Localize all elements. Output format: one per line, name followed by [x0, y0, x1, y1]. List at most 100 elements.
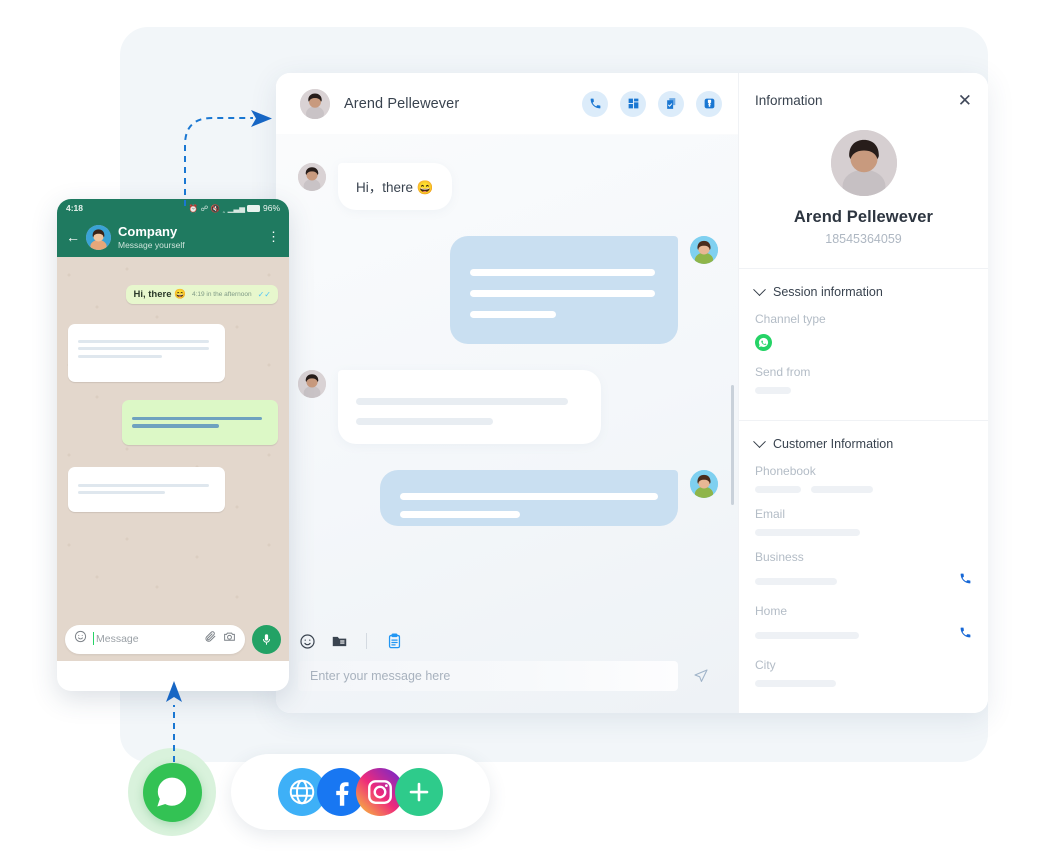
phone-chat-header: ← Company Message yourself ⋮ — [57, 217, 289, 257]
message-bubble-incoming — [338, 370, 601, 444]
value-placeholder-bar — [755, 387, 791, 394]
bluetooth-icon: ☍ — [200, 203, 209, 213]
female-avatar — [690, 236, 718, 264]
field-city: City — [755, 658, 972, 687]
chevron-down-icon — [753, 282, 766, 296]
field-value-row — [755, 572, 972, 590]
folder-icon[interactable] — [330, 632, 348, 650]
phone-status-bar: 4:18 ⏰ ☍ 🔇 ‸ ▁▃▅ 96% — [57, 199, 289, 217]
text-caret — [93, 632, 95, 645]
section-header[interactable]: Session information — [753, 282, 972, 299]
placeholder-line — [356, 398, 568, 405]
phone-message-row — [68, 400, 278, 445]
whatsapp-icon — [755, 334, 772, 351]
phone-mockup: 4:18 ⏰ ☍ 🔇 ‸ ▁▃▅ 96% ← Company Message y… — [57, 199, 289, 691]
message-bubble-incoming: Hi，there 😄 — [338, 163, 452, 210]
message-text: Hi, there 😄 — [133, 289, 186, 300]
information-panel-header: Information ✕ — [739, 73, 988, 128]
send-icon[interactable] — [686, 661, 716, 691]
field-label: Home — [755, 604, 788, 618]
emoji-icon[interactable] — [298, 632, 316, 650]
channel-list — [231, 754, 490, 830]
camera-icon[interactable] — [223, 630, 236, 648]
archive-lock-icon[interactable] — [696, 90, 722, 117]
field-label: Send from — [755, 365, 811, 379]
close-icon[interactable]: ✕ — [958, 92, 972, 109]
contact-profile: Arend Pellewever 18545364059 — [739, 128, 988, 269]
phone-message-input[interactable]: Message — [65, 624, 245, 654]
call-icon[interactable] — [959, 572, 972, 590]
copy-check-icon[interactable] — [658, 90, 684, 117]
field-label: Channel type — [755, 312, 826, 326]
message-text: Hi，there 😄 — [356, 180, 434, 195]
add-channel-icon[interactable] — [395, 768, 443, 816]
message-input[interactable] — [298, 661, 678, 691]
call-icon[interactable] — [959, 626, 972, 644]
field-value-row — [755, 626, 972, 644]
phone-message-bubble-outgoing: Hi, there 😄 4:19 in the afternoon ✓✓ — [126, 285, 278, 304]
chat-contact-name: Arend Pellewever — [344, 95, 460, 112]
value-placeholder-bar — [755, 631, 859, 639]
message-list: Hi，there 😄 — [276, 135, 738, 621]
avatar — [690, 470, 718, 498]
paperclip-icon[interactable] — [204, 630, 217, 648]
desktop-chat-window: Arend Pellewever Hi，there 😄 Enter your m… — [276, 73, 988, 713]
message-row: Hi，there 😄 — [298, 163, 718, 210]
more-vertical-icon[interactable]: ⋮ — [267, 230, 280, 243]
message-row — [298, 370, 718, 444]
placeholder-line — [470, 290, 655, 297]
avatar — [86, 224, 111, 250]
male-avatar — [300, 88, 330, 119]
value-placeholder-bar — [755, 529, 860, 536]
male-avatar — [298, 370, 326, 398]
battery-icon — [247, 204, 261, 212]
clipboard-icon[interactable] — [385, 632, 403, 650]
avatar — [298, 370, 326, 398]
whatsapp-icon — [142, 762, 202, 822]
field-send-from: Send from — [755, 365, 972, 394]
field-label: City — [755, 658, 776, 672]
avatar — [830, 130, 897, 196]
message-time: 4:19 in the afternoon — [191, 291, 252, 298]
placeholder-line — [78, 354, 162, 359]
phone-input-placeholder: Message — [93, 632, 198, 645]
phone-message-list: Hi, there 😄 4:19 in the afternoon ✓✓ Mes… — [57, 257, 289, 661]
placeholder-line — [132, 424, 219, 428]
status-icons: ⏰ ☍ 🔇 ‸ ▁▃▅ 96% — [189, 203, 280, 213]
compose-toolbar — [298, 621, 716, 661]
call-icon[interactable] — [582, 90, 608, 117]
emoji-icon[interactable] — [74, 630, 87, 648]
panel-title: Information — [755, 93, 823, 108]
male-avatar — [830, 130, 897, 196]
field-label: Business — [755, 550, 804, 564]
phone-chat-subtitle: Message yourself — [118, 239, 185, 250]
field-label: Email — [755, 507, 786, 521]
message-bubble-outgoing — [380, 470, 678, 526]
avatar — [300, 88, 330, 119]
placeholder-line — [132, 416, 262, 420]
value-placeholder-bar — [755, 577, 837, 585]
avatar — [690, 236, 718, 264]
microphone-icon[interactable] — [252, 624, 281, 654]
section-customer-information: Customer Information Phonebook Email Bus… — [739, 421, 988, 713]
expand-icon[interactable] — [620, 90, 646, 117]
toolbar-divider — [366, 633, 367, 649]
placeholder-line — [356, 418, 493, 425]
phone-input-bar: Message — [57, 617, 289, 661]
phone-message-row — [68, 324, 278, 382]
phone-chat-title: Company — [118, 224, 178, 240]
contact-name: Arend Pellewever — [793, 208, 934, 226]
field-channel-type: Channel type — [755, 312, 972, 351]
value-placeholder-bar — [755, 486, 801, 493]
field-phonebook: Phonebook — [755, 464, 972, 493]
screenshot-root: Arend Pellewever Hi，there 😄 Enter your m… — [0, 0, 1063, 853]
whatsapp-primary-channel[interactable] — [128, 748, 216, 836]
placeholder-line — [400, 493, 658, 500]
section-header[interactable]: Customer Information — [753, 434, 972, 451]
chevron-down-icon — [753, 434, 766, 448]
battery-percent: 96% — [262, 203, 280, 213]
message-row — [298, 236, 718, 344]
section-title: Session information — [773, 285, 883, 299]
back-arrow-icon[interactable]: ← — [66, 229, 80, 245]
chat-scrollbar[interactable] — [731, 385, 734, 505]
